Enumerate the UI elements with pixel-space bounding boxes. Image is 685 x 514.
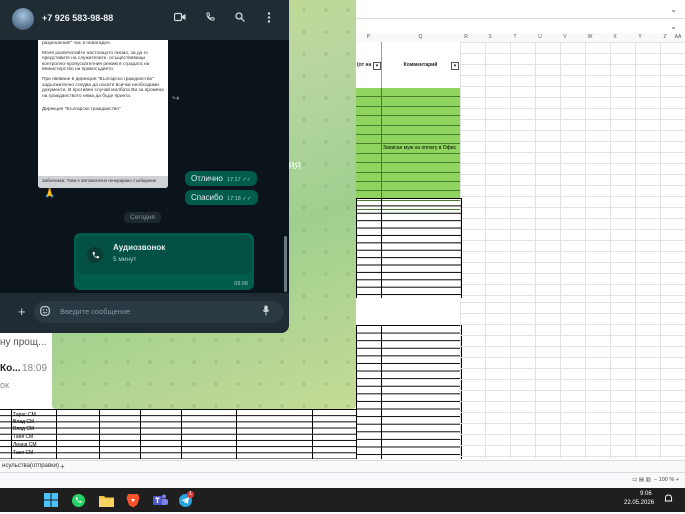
column-header[interactable]: W: [584, 34, 596, 40]
brave-browser-icon[interactable]: [125, 492, 141, 508]
header-cell-label: Комментарий: [403, 62, 438, 68]
table-cell[interactable]: Влад СМ: [13, 419, 34, 425]
windows-start-icon[interactable]: [43, 492, 59, 508]
teams-icon[interactable]: [152, 492, 168, 508]
filter-icon[interactable]: ▾: [451, 62, 459, 70]
read-ticks-icon: ✓✓: [242, 196, 252, 202]
column-header[interactable]: V: [559, 34, 571, 40]
chat-preview-text[interactable]: ок: [0, 380, 9, 390]
document-text: разрешения!" час в неватаден.: [42, 41, 112, 46]
notification-icon[interactable]: [664, 494, 673, 505]
column-divider: [381, 88, 382, 198]
table-cell[interactable]: Таня СМ: [13, 434, 33, 440]
column-header[interactable]: Y: [634, 34, 646, 40]
sheet-tab[interactable]: нсульства(отправки): [2, 463, 59, 469]
search-icon[interactable]: [233, 12, 247, 26]
zoom-level[interactable]: ▭ ▤ ▥ − 100 % +: [632, 477, 679, 483]
whatsapp-window: +7 926 583-98-88 разрешения!" час в нева…: [0, 0, 289, 333]
more-vertical-icon[interactable]: [262, 12, 276, 26]
date-separator: Сегодня: [124, 212, 161, 223]
call-title: Аудиозвонок: [113, 243, 166, 252]
document-text: Дирекция "Българско гражданство": [42, 107, 121, 113]
chat-header[interactable]: +7 926 583-98-88: [0, 0, 289, 40]
composer-bar: + Введите сообщение: [0, 293, 289, 333]
document-preview[interactable]: разрешения!" час в неватаден. Моля разпе…: [38, 40, 168, 188]
partial-chat-text: ЯЯ: [288, 161, 301, 171]
column-divider: [381, 198, 382, 298]
add-sheet-icon[interactable]: +: [60, 462, 65, 471]
bordered-cell-block[interactable]: [356, 325, 462, 459]
video-icon[interactable]: [173, 12, 187, 26]
column-header[interactable]: Q: [381, 34, 460, 40]
table-cell[interactable]: Тарас СМ: [13, 412, 36, 418]
message-time: 17:17: [226, 177, 241, 183]
clock-time[interactable]: 9:06: [640, 491, 652, 497]
chat-name[interactable]: Ко...: [0, 363, 21, 374]
cell-comment-text[interactable]: Записан муж на оплату в Офис: [383, 145, 456, 151]
filter-icon[interactable]: ▾: [373, 62, 381, 70]
table-cell[interactable]: Таня СМ: [13, 450, 33, 456]
message-list[interactable]: разрешения!" час в неватаден. Моля разпе…: [0, 40, 289, 293]
read-ticks-icon: ✓✓: [242, 177, 252, 183]
document-text: Моля разпечатайте настоящото писмо, за д…: [42, 50, 150, 73]
highlighted-rows[interactable]: [356, 88, 460, 211]
chat-time: 18:09: [22, 363, 48, 374]
taskbar: 9:06 22.05.2026: [0, 488, 685, 512]
empty-cell-grid[interactable]: [460, 42, 685, 302]
column-header[interactable]: T: [509, 34, 521, 40]
header-cell[interactable]: (от на ▾: [356, 42, 382, 88]
empty-cell-grid[interactable]: [460, 302, 685, 459]
message-text: Спасибо: [191, 193, 224, 202]
message-text: Отлично: [191, 174, 223, 183]
message-time: 09:06: [234, 281, 248, 287]
column-header[interactable]: Z: [659, 34, 671, 40]
outgoing-message[interactable]: Спасибо 17:18 ✓✓: [185, 190, 258, 205]
forward-icon[interactable]: ↪: [172, 93, 180, 104]
message-time: 17:18: [227, 196, 241, 202]
column-header[interactable]: AA: [672, 34, 684, 40]
contact-name[interactable]: +7 926 583-98-88: [42, 13, 113, 23]
table-header-row: (от на ▾ Комментарий ▾: [356, 42, 461, 89]
incoming-call-icon: [87, 247, 103, 263]
zoom-value[interactable]: 100 %: [659, 477, 675, 483]
document-footer-text: Забележка: Това е автоматично генерирано…: [42, 178, 157, 183]
bordered-cell-block[interactable]: [356, 198, 462, 298]
avatar[interactable]: [12, 8, 34, 30]
column-header[interactable]: P: [356, 34, 381, 40]
chevron-down-icon[interactable]: ⌄: [670, 5, 677, 14]
status-bar: ▭ ▤ ▥ − 100 % +: [0, 472, 685, 489]
document-text: При явяване в дирекция "Българско гражда…: [42, 76, 164, 99]
chevron-down-icon[interactable]: ⌄: [670, 22, 677, 31]
outgoing-message[interactable]: Отлично 17:17 ✓✓: [185, 171, 258, 186]
call-message[interactable]: Аудиозвонок 5 минут 09:06: [74, 233, 254, 290]
unread-badge: 1: [187, 491, 194, 498]
call-duration: 5 минут: [113, 256, 137, 263]
table-cell[interactable]: Влад СМ: [13, 426, 34, 432]
scrollbar[interactable]: [284, 236, 287, 292]
plus-icon[interactable]: +: [18, 305, 26, 318]
document-footer: Забележка: Това е автоматично генерирано…: [38, 176, 168, 188]
whatsapp-icon[interactable]: [70, 492, 86, 508]
column-header[interactable]: S: [484, 34, 496, 40]
column-divider: [381, 325, 382, 459]
chat-preview-text[interactable]: ну прощ...: [0, 337, 46, 348]
phone-icon[interactable]: [203, 12, 217, 26]
clock-date[interactable]: 22.05.2026: [624, 500, 654, 506]
mic-icon[interactable]: [262, 305, 270, 319]
sticker-icon[interactable]: [40, 306, 50, 319]
message-input[interactable]: Введите сообщение: [34, 301, 284, 323]
column-header[interactable]: X: [609, 34, 621, 40]
names-table[interactable]: Тарас СМ Влад СМ Влад СМ Таня СМ Лиана С…: [0, 409, 356, 459]
reaction-emoji[interactable]: 🙏: [44, 188, 55, 199]
table-cell[interactable]: Лиана СМ: [13, 442, 37, 448]
header-cell[interactable]: Комментарий ▾: [381, 42, 461, 88]
column-header[interactable]: R: [460, 34, 472, 40]
file-explorer-icon[interactable]: [98, 492, 114, 508]
message-placeholder: Введите сообщение: [60, 307, 131, 316]
column-header[interactable]: U: [534, 34, 546, 40]
call-card[interactable]: Аудиозвонок 5 минут: [77, 236, 251, 274]
